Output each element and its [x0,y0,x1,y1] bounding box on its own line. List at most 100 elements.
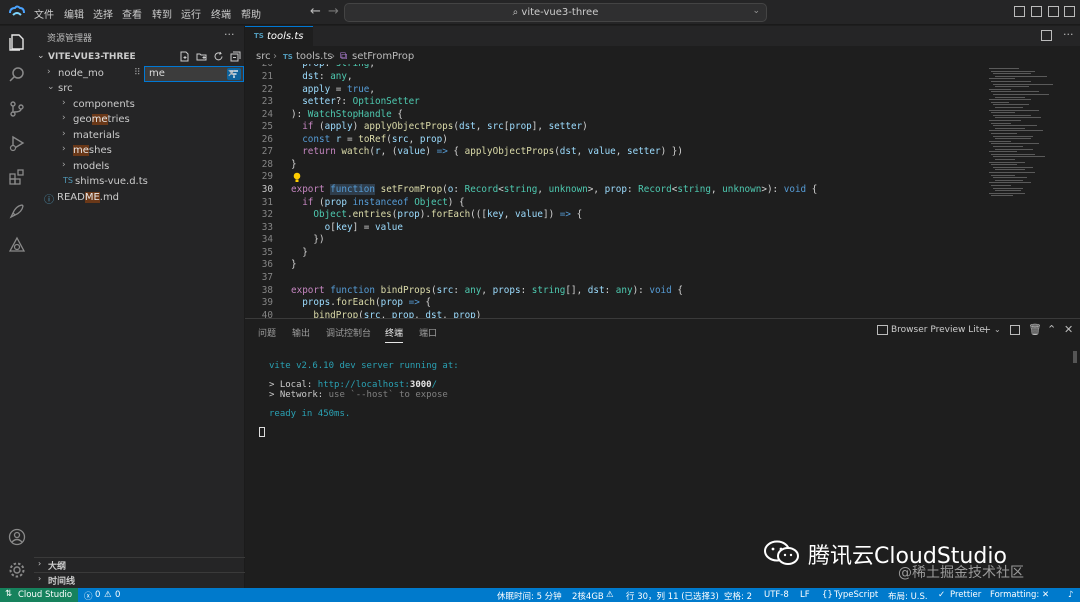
indentation[interactable]: 空格: 2 [724,590,752,602]
language-mode[interactable]: TypeScript [834,590,878,600]
code-line-partial: 20 prop: string, [245,64,985,71]
new-file-icon[interactable] [179,51,190,62]
customize-layout-icon[interactable] [1064,6,1075,17]
tree-item[interactable]: › meshes [34,143,245,159]
collapse-all-icon[interactable] [230,51,241,62]
menu-view[interactable]: 查看 [122,6,142,21]
tree-item[interactable]: › components [34,97,245,113]
braces-icon: {} [822,590,833,600]
chevron-right-icon: › [38,574,42,583]
code-editor[interactable]: 20 prop: string, 21 dst: any,22 apply = … [245,64,985,318]
menu-selection[interactable]: 选择 [93,6,113,21]
tab-debug-console[interactable]: 调试控制台 [326,326,371,339]
line-number: 30 [261,184,273,195]
outline-section[interactable]: › 大纲 [34,557,245,572]
toggle-panel-icon[interactable] [1031,6,1042,17]
end-of-line[interactable]: LF [800,590,810,600]
forward-arrow-icon[interactable]: → [328,4,339,19]
timeline-section[interactable]: › 时间线 [34,572,245,587]
tree-item-label: components [73,99,135,110]
minimap-line [993,166,1033,168]
tree-item-label: src [58,83,73,94]
tree-item[interactable]: › materials [34,128,245,144]
run-debug-icon[interactable] [8,134,26,152]
command-center[interactable]: ⌕ vite-vue3-three ⌄ [344,3,767,22]
maximize-panel-icon[interactable]: ⌃ [1047,323,1056,336]
breadcrumb-src[interactable]: src [256,51,271,62]
trash-icon[interactable]: 🗑 [1028,323,1042,336]
breadcrumb-symbol[interactable]: setFromProp [352,51,414,62]
split-editor-icon[interactable] [1041,30,1052,41]
rest-timer[interactable]: 休眠时间: 5 分钟 [497,590,562,602]
rocket-icon[interactable] [8,202,26,220]
terminal-profile-icon[interactable] [877,325,888,335]
menu-terminal[interactable]: 终端 [211,6,231,21]
tree-item[interactable]: TS shims-vue.d.ts [34,174,245,190]
terminal-scrollbar[interactable] [1073,351,1077,363]
drag-handle-icon[interactable]: ⠿ [134,68,141,78]
bell-icon[interactable]: ♪ [1068,590,1073,600]
tab-problems[interactable]: 问题 [258,326,276,339]
back-arrow-icon[interactable]: ← [310,4,321,19]
minimap-line [991,153,1035,155]
code-line: 30 export function setFromProp(o: Record<… [245,184,985,197]
split-terminal-icon[interactable] [1010,325,1020,335]
menu-file[interactable]: 文件 [34,6,54,21]
account-icon[interactable] [8,528,26,546]
menu-help[interactable]: 帮助 [241,6,261,21]
minimap-line [991,133,1017,134]
menu-go[interactable]: 转到 [152,6,172,21]
tree-item[interactable]: › models [34,159,245,175]
tree-item-label: geometries [73,114,130,125]
tree-item[interactable]: ⓘ README.md [34,190,245,206]
menu-run[interactable]: 运行 [181,6,201,21]
prettier-status[interactable]: Prettier [950,590,981,600]
code-line: 21 dst: any, [245,71,985,84]
tab-tools-ts[interactable]: TS tools.ts [245,26,313,46]
tab-output[interactable]: 输出 [292,326,310,339]
encoding[interactable]: UTF-8 [764,590,789,600]
settings-gear-icon[interactable] [8,561,26,579]
code-text: export function bindProps(src: any, prop… [291,284,683,296]
keyboard-layout[interactable]: 布局: U.S. [888,590,928,602]
triangle-shapes-icon[interactable] [8,236,26,254]
tab-ports[interactable]: 端口 [419,326,437,339]
minimap[interactable] [985,64,1080,318]
code-line: 34 }) [245,234,985,247]
close-icon[interactable]: ✕ [227,67,236,80]
terminal-cursor[interactable] [259,427,265,437]
new-terminal-icon[interactable]: + [982,323,991,336]
more-actions-icon[interactable]: ··· [1063,28,1074,41]
chevron-down-icon[interactable]: ⌄ [994,325,1001,334]
minimap-line [989,182,1031,184]
breadcrumb-file[interactable]: tools.ts [296,51,332,62]
formatting-status[interactable]: Formatting: ✕ [990,590,1049,600]
cursor-position[interactable]: 行 30，列 11 (已选择3) [626,590,719,602]
tree-item[interactable]: ⌄ src [34,81,245,97]
extensions-icon[interactable] [8,168,26,186]
new-folder-icon[interactable] [196,51,207,62]
toggle-sidebar-icon[interactable] [1014,6,1025,17]
minimap-line [989,151,1017,153]
lightbulb-icon[interactable] [293,172,301,183]
remote-indicator[interactable]: ⇅ Cloud Studio [0,588,78,602]
close-panel-icon[interactable]: ✕ [1064,323,1073,336]
chevron-down-icon[interactable]: ⌄ [752,6,760,16]
terminal-profile-label[interactable]: Browser Preview Lite [891,325,985,335]
refresh-icon[interactable] [213,51,224,62]
chevron-right-icon: › [273,51,277,62]
source-control-icon[interactable] [8,100,26,118]
code-line: 29 [245,171,985,184]
tree-item[interactable]: › geometries [34,112,245,128]
warning-count[interactable]: 0 [115,590,120,600]
machine-spec[interactable]: 2核4GB [572,590,604,602]
menu-edit[interactable]: 编辑 [64,6,84,21]
line-number: 27 [261,146,273,157]
minimap-line [989,99,1031,101]
explorer-icon[interactable] [8,33,26,51]
search-icon[interactable] [8,66,26,84]
toggle-secondary-sidebar-icon[interactable] [1048,6,1059,17]
more-actions-icon[interactable]: ··· [224,28,235,41]
tab-terminal[interactable]: 终端 [385,326,404,343]
error-count[interactable]: 0 [95,590,100,600]
